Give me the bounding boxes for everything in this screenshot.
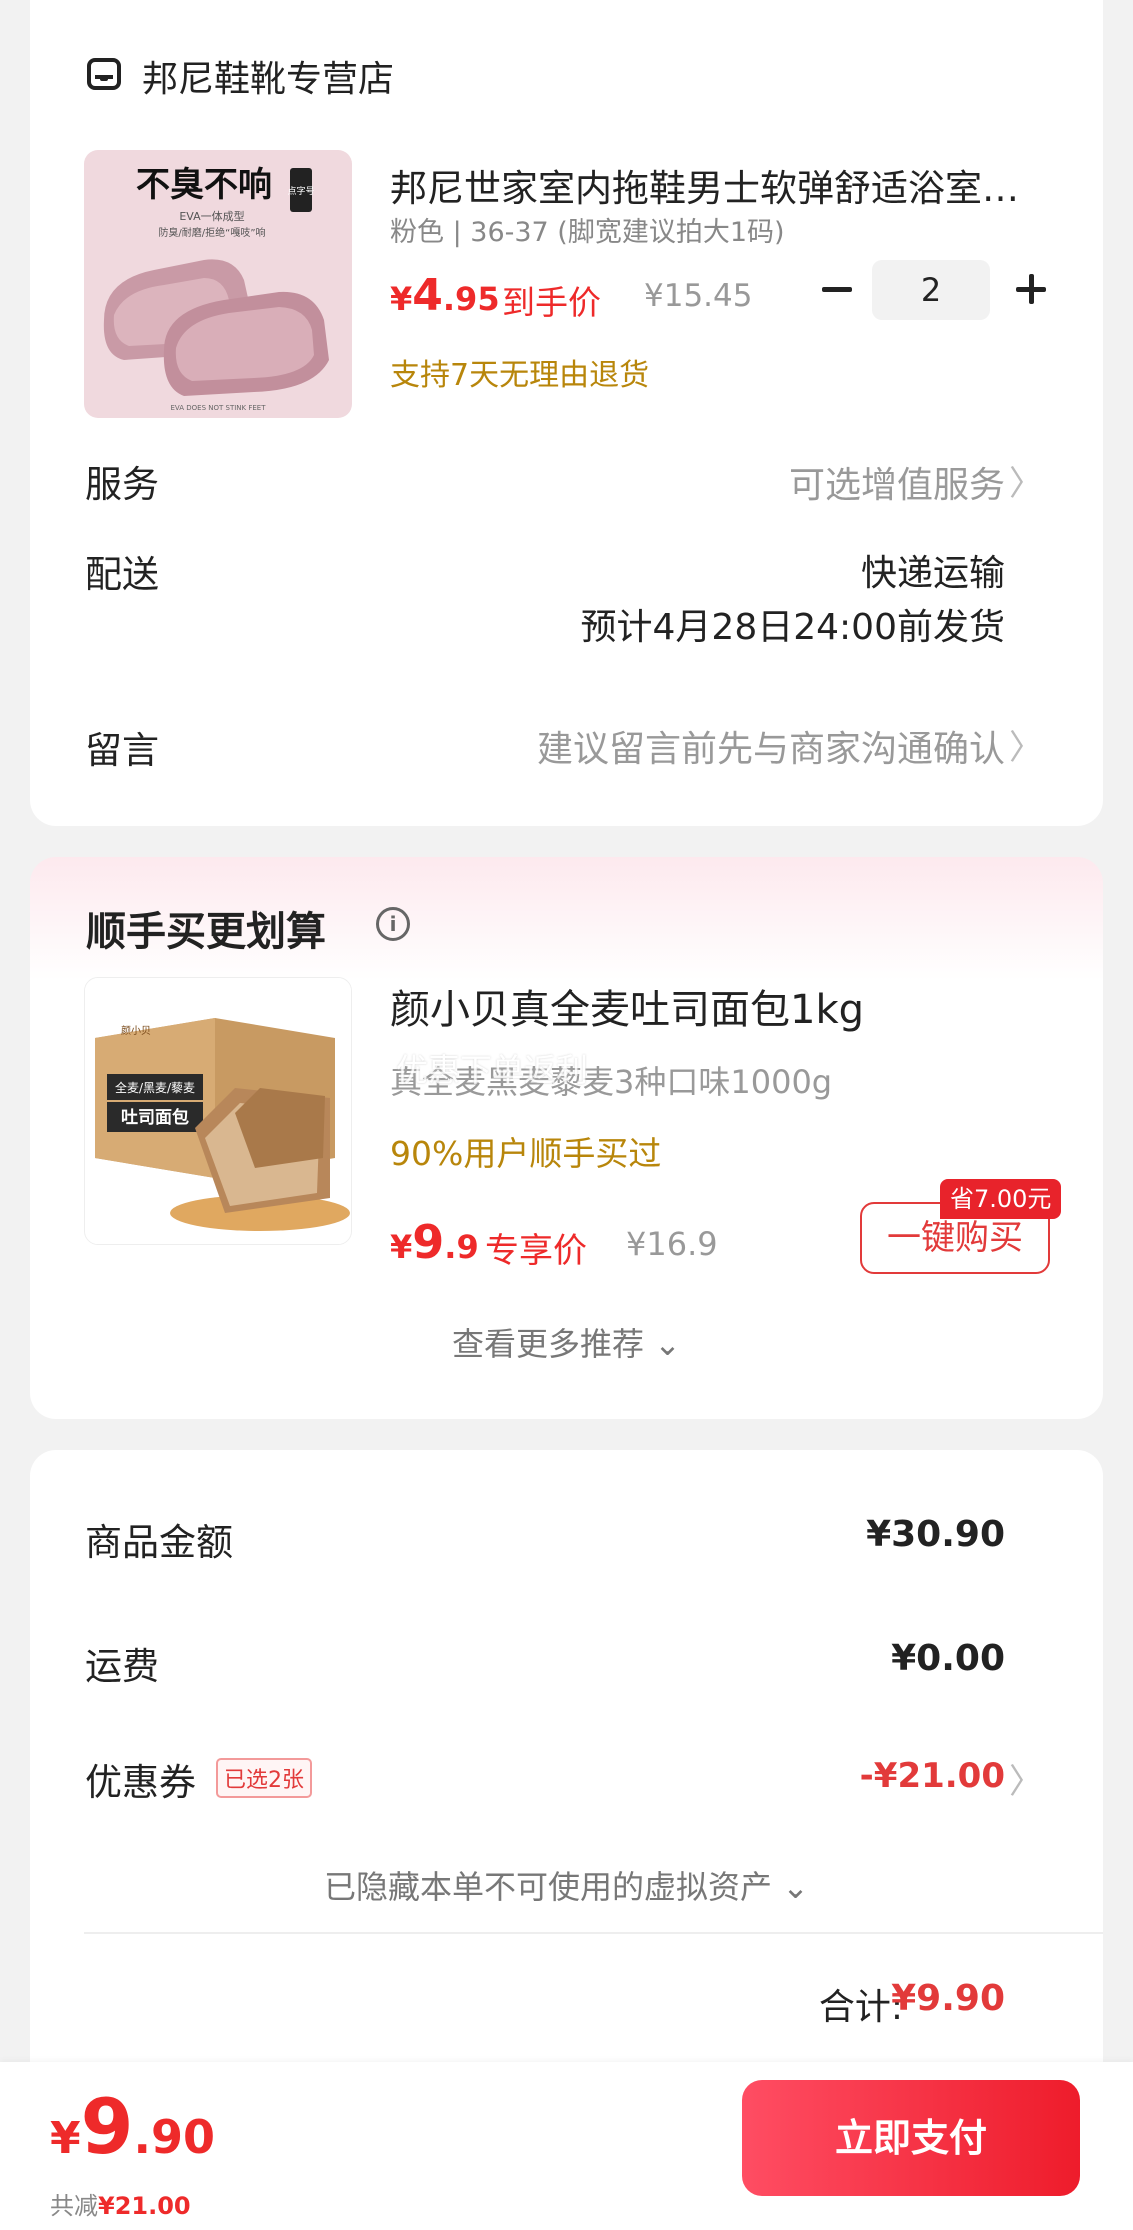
recommend-title: 顺手买更划算 bbox=[86, 909, 326, 955]
quantity-input[interactable]: 2 bbox=[872, 260, 990, 320]
product-image-subcaption: 防臭/耐磨/拒绝“嘎吱”响 bbox=[158, 226, 265, 239]
goods-amount-label: 商品金额 bbox=[85, 1521, 233, 1564]
original-price: ¥15.45 bbox=[644, 278, 753, 314]
discount-value: ¥21.00 bbox=[98, 2192, 191, 2220]
recommend-original-price: ¥16.9 bbox=[626, 1225, 718, 1263]
divider bbox=[84, 1932, 1103, 1934]
more-recommendations-link[interactable]: 查看更多推荐 ⌄ bbox=[30, 1319, 1103, 1365]
recommend-card: 顺手买更划算 i 全麦/黑麦/藜麦 吐司面包 颜小贝 颜小贝真全麦吐司面包1kg… bbox=[30, 857, 1103, 1419]
rec-price-currency: ¥ bbox=[390, 1228, 413, 1266]
delivery-eta: 预计4月28日24:00前发货 bbox=[580, 607, 1005, 648]
recommend-social-proof: 90%用户顺手买过 bbox=[390, 1134, 662, 1173]
message-input[interactable]: 建议留言前先与商家沟通确认 bbox=[537, 720, 1005, 772]
message-label: 留言 bbox=[85, 729, 159, 772]
coupon-label[interactable]: 优惠券 bbox=[85, 1752, 196, 1806]
checkout-total-price: ¥9.90 bbox=[50, 2082, 215, 2171]
recommend-price-tag: 专享价 bbox=[485, 1231, 587, 1271]
shipping-label: 运费 bbox=[85, 1645, 159, 1688]
bb-price-integer: 9 bbox=[80, 2082, 134, 2171]
coupon-chevron-icon[interactable]: 〉 bbox=[1009, 1754, 1043, 1803]
store-name[interactable]: 邦尼鞋靴专营店 bbox=[142, 50, 394, 102]
delivery-label: 配送 bbox=[85, 553, 159, 596]
recommend-price: ¥9.9 bbox=[390, 1215, 479, 1269]
product-title[interactable]: 邦尼世家室内拖鞋男士软弹舒适浴室… bbox=[390, 158, 1070, 212]
price-currency: ¥ bbox=[390, 280, 413, 318]
return-policy: 支持7天无理由退货 bbox=[390, 358, 650, 393]
service-chevron-icon[interactable]: 〉 bbox=[1009, 456, 1043, 505]
save-badge: 省7.00元 bbox=[940, 1179, 1062, 1219]
checkout-discount: 共减¥21.00 bbox=[50, 2186, 191, 2221]
message-chevron-icon[interactable]: 〉 bbox=[1009, 720, 1043, 769]
product-image-badge: 点字号 bbox=[287, 185, 314, 197]
recommend-product-image[interactable]: 全麦/黑麦/藜麦 吐司面包 颜小贝 bbox=[84, 977, 352, 1245]
total-value: ¥9.90 bbox=[891, 1978, 1005, 2019]
service-label: 服务 bbox=[85, 463, 159, 506]
product-spec[interactable]: 粉色 | 36-37 (脚宽建议拍大1码) bbox=[390, 210, 785, 249]
coupon-count-badge: 已选2张 bbox=[216, 1758, 312, 1798]
price-tag: 到手价 bbox=[502, 283, 601, 322]
product-image[interactable]: 不臭不响 点字号 EVA一体成型 防臭/耐磨/拒绝“嘎吱”响 EVA DOES … bbox=[84, 150, 352, 418]
discount-prefix: 共减 bbox=[50, 2192, 98, 2220]
quantity-decrease-button[interactable] bbox=[812, 264, 862, 314]
recommend-image-brand: 颜小贝 bbox=[121, 1024, 151, 1037]
checkout-bar: ¥9.90 共减¥21.00 立即支付 bbox=[0, 2062, 1133, 2230]
order-item-card: 邦尼鞋靴专营店 不臭不响 点字号 EVA一体成型 防臭/耐磨/拒绝“嘎吱”响 E… bbox=[30, 0, 1103, 826]
coupon-value[interactable]: -¥21.00 bbox=[860, 1756, 1005, 1796]
product-image-caption: EVA一体成型 bbox=[179, 209, 244, 223]
bb-price-decimal: .90 bbox=[133, 2110, 216, 2164]
hidden-assets-toggle[interactable]: 已隐藏本单不可使用的虚拟资产 ⌄ bbox=[30, 1862, 1103, 1908]
product-image-headline: 不臭不响 bbox=[136, 165, 272, 205]
recommend-image-caption: 全麦/黑麦/藜麦 bbox=[115, 1080, 195, 1095]
recommend-product-name[interactable]: 颜小贝真全麦吐司面包1kg bbox=[390, 977, 864, 1035]
bb-price-currency: ¥ bbox=[50, 2113, 81, 2164]
product-final-price: ¥4.95 bbox=[390, 270, 500, 321]
product-image-footer: EVA DOES NOT STINK FEET bbox=[171, 404, 267, 412]
service-value[interactable]: 可选增值服务 bbox=[789, 456, 1005, 508]
store-icon bbox=[87, 58, 121, 90]
info-icon[interactable]: i bbox=[376, 907, 410, 941]
rec-price-integer: 9 bbox=[412, 1215, 445, 1269]
recommend-overlay-text: 优惠下单返利 bbox=[396, 1051, 589, 1089]
recommend-image-headline: 吐司面包 bbox=[121, 1107, 189, 1128]
quantity-increase-button[interactable] bbox=[1006, 264, 1056, 314]
rec-price-decimal: .9 bbox=[444, 1228, 479, 1266]
shipping-value: ¥0.00 bbox=[891, 1638, 1005, 1679]
price-decimal: .95 bbox=[442, 280, 500, 318]
price-integer: 4 bbox=[412, 270, 443, 321]
pay-now-button[interactable]: 立即支付 bbox=[742, 2080, 1080, 2196]
delivery-method: 快递运输 bbox=[860, 553, 1005, 594]
goods-amount-value: ¥30.90 bbox=[866, 1514, 1005, 1555]
